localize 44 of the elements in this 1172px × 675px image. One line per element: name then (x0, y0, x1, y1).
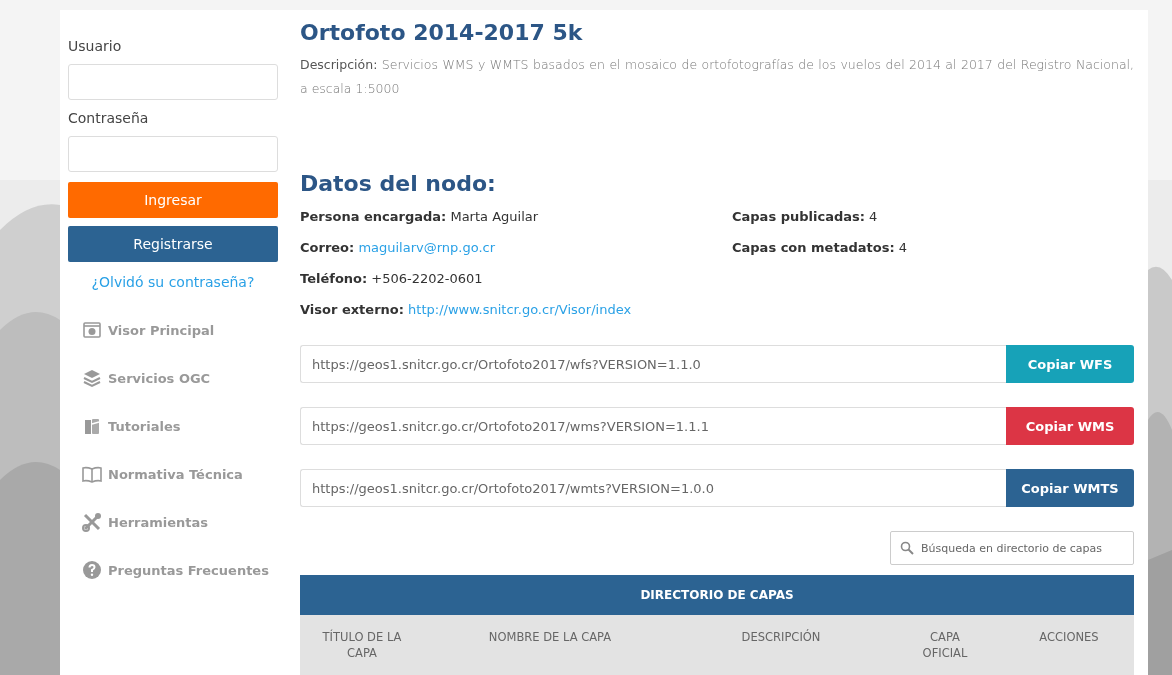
info-line: Capas publicadas: 4 (732, 208, 879, 226)
copy-button[interactable]: Copiar WMTS (1006, 469, 1134, 507)
nav-link[interactable]: Tutoriales (108, 418, 181, 434)
register-button[interactable]: Registrarse (68, 226, 278, 262)
column-header: ACCIONES (1038, 629, 1100, 646)
username-field[interactable] (68, 64, 278, 100)
description: Descripción: Servicios WMS y WMTS basados en el mosaico de ortofotografías de los vuelos del 2014 al 2017 del Registro Nacional, a escala 1:5000 (300, 56, 1134, 98)
column-header: TÍTULO DE LA CAPA (321, 629, 403, 662)
column-header: DESCRIPCIÓN (740, 629, 822, 646)
search-icon (900, 541, 914, 555)
copy-button[interactable]: Copiar WMS (1006, 407, 1134, 445)
layers-icon (82, 368, 102, 388)
forgot-password-link[interactable]: ¿Olvidó su contraseña? (91, 274, 255, 290)
info-line: Capas con metadatos: 4 (732, 239, 908, 257)
help-icon (82, 560, 102, 580)
info-link[interactable]: http://www.snitcr.go.cr/Visor/index (408, 302, 632, 317)
page-title: Ortofoto 2014-2017 5k (300, 20, 584, 45)
info-line: Teléfono: +506-2202-0601 (300, 270, 484, 288)
field-label: Usuario (68, 38, 123, 54)
viewer-icon (82, 320, 102, 340)
info-line: Correo: maguilarv@rnp.go.cr (300, 239, 497, 257)
nav-link[interactable]: Visor Principal (108, 322, 215, 338)
books-icon (82, 416, 102, 436)
password-field[interactable] (68, 136, 278, 172)
book-icon (82, 464, 102, 484)
section-heading: Datos del nodo: (300, 171, 497, 196)
info-line: Persona encargada: Marta Aguilar (300, 208, 540, 226)
field-label: Contraseña (68, 110, 150, 126)
nav-link[interactable]: Normativa Técnica (108, 466, 243, 482)
tools-icon (82, 512, 102, 532)
url-field[interactable]: https://geos1.snitcr.go.cr/Ortofoto2017/wms?VERSION=1.1.1 (300, 407, 1006, 445)
column-header: CAPA OFICIAL (921, 629, 969, 662)
url-field[interactable]: https://geos1.snitcr.go.cr/Ortofoto2017/wmts?VERSION=1.0.0 (300, 469, 1006, 507)
column-header: NOMBRE DE LA CAPA (487, 629, 613, 646)
url-field[interactable]: https://geos1.snitcr.go.cr/Ortofoto2017/wfs?VERSION=1.1.0 (300, 345, 1006, 383)
table-title: DIRECTORIO DE CAPAS (300, 575, 1134, 615)
nav-link[interactable]: Servicios OGC (108, 370, 211, 386)
nav-link[interactable]: Herramientas (108, 514, 209, 530)
info-line: Visor externo: http://www.snitcr.go.cr/Visor/index (300, 301, 633, 319)
info-link[interactable]: maguilarv@rnp.go.cr (358, 240, 496, 255)
nav-link[interactable]: Preguntas Frecuentes (108, 562, 269, 578)
login-button[interactable]: Ingresar (68, 182, 278, 218)
search-field[interactable]: Búsqueda en directorio de capas (890, 531, 1134, 565)
copy-button[interactable]: Copiar WFS (1006, 345, 1134, 383)
